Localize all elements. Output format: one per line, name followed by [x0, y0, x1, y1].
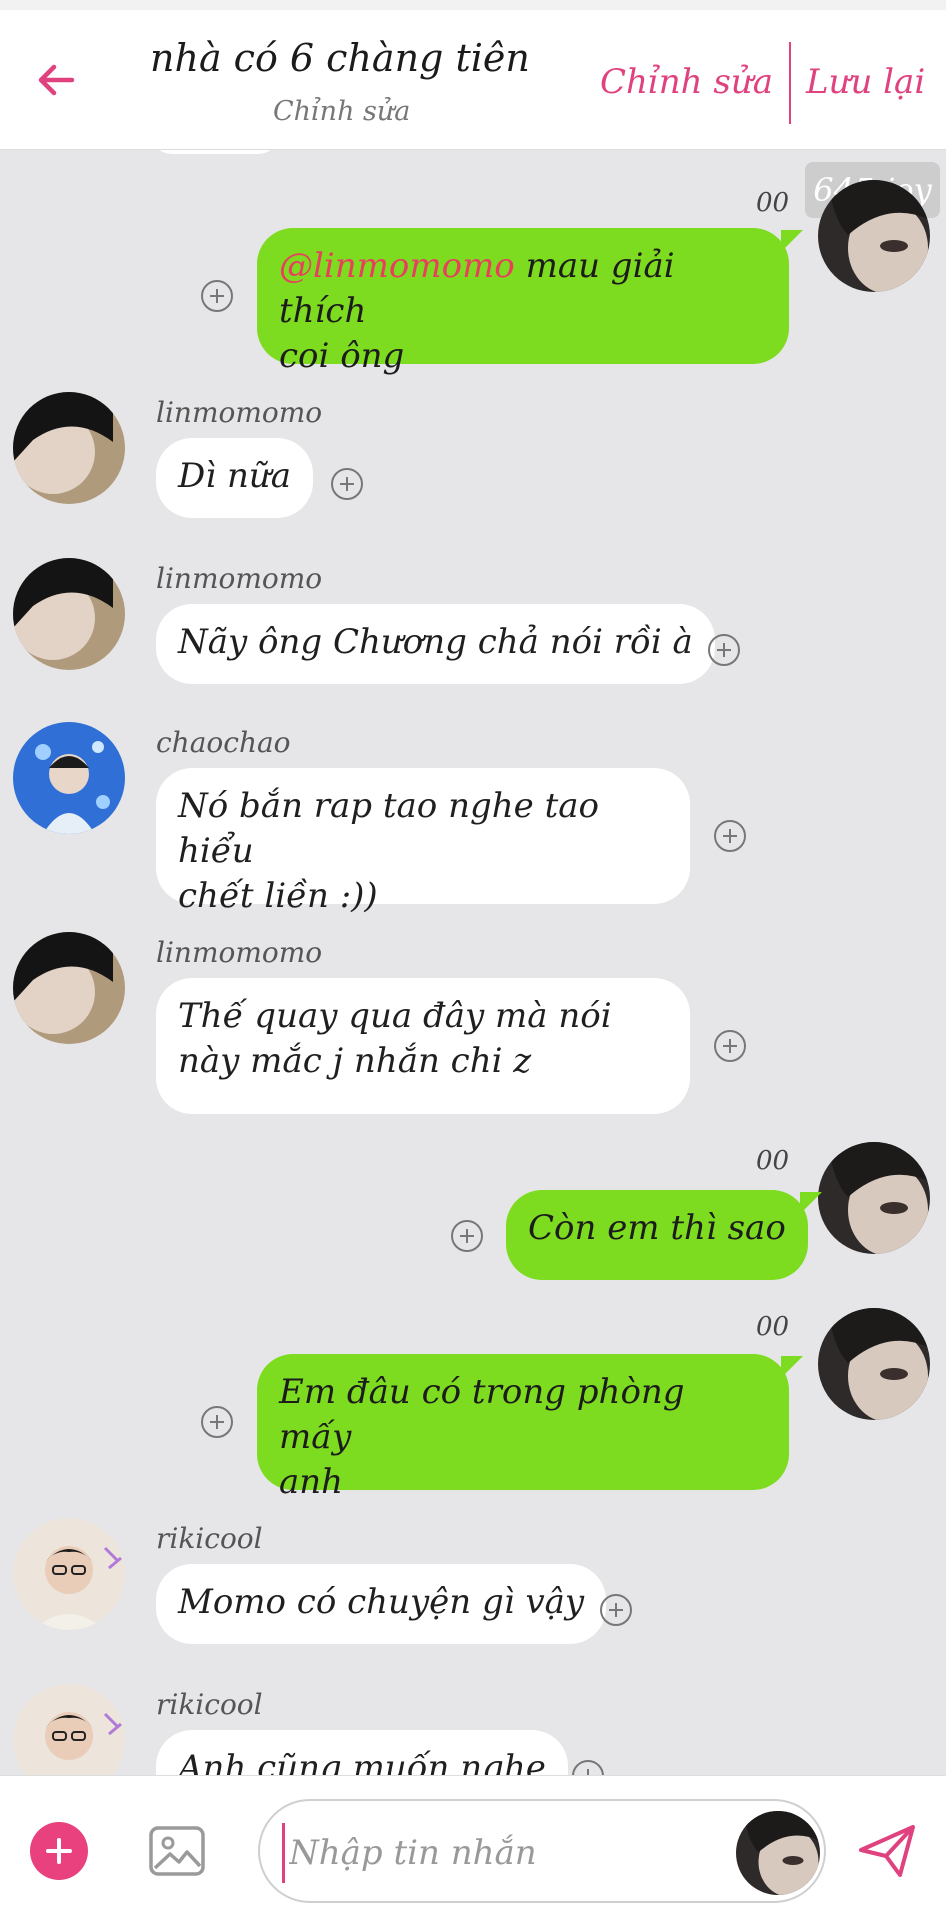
circle-plus-icon	[581, 1769, 595, 1775]
chat-header: nhà có 6 chàng tiên Chỉnh sửa Chỉnh sửa …	[0, 10, 946, 150]
message-text: Nãy ông Chương chả nói rồi à	[178, 622, 693, 662]
circle-plus-icon	[460, 1229, 474, 1243]
sender-name: rikicool	[156, 1688, 263, 1721]
react-button[interactable]	[572, 1760, 604, 1775]
message-text: Thế quay qua đây mà nói	[178, 996, 612, 1036]
message-bubble-outgoing[interactable]: @linmomomo mau giải thích coi ông	[257, 228, 803, 376]
message-bubble-incoming[interactable]: Anh cũng muốn nghe	[156, 1730, 568, 1775]
plus-icon	[46, 1838, 72, 1864]
react-button[interactable]	[331, 468, 363, 500]
message-text: Còn em thì sao	[528, 1208, 786, 1248]
add-attachment-button[interactable]	[30, 1822, 88, 1880]
react-button[interactable]	[708, 634, 740, 666]
message-text: anh	[279, 1462, 344, 1502]
avatar-linmomomo[interactable]	[13, 558, 125, 670]
circle-plus-icon	[723, 829, 737, 843]
arrow-left-icon	[38, 64, 75, 96]
message-text: Nó bắn rap tao nghe tao hiểu	[178, 786, 599, 871]
react-button[interactable]	[714, 1030, 746, 1062]
my-avatar[interactable]	[818, 1308, 930, 1420]
message-bubble-outgoing[interactable]: Còn em thì sao	[506, 1190, 822, 1280]
send-icon	[859, 1825, 915, 1877]
message-bubble-incoming[interactable]: Momo có chuyện gì vậy	[156, 1564, 607, 1644]
react-button[interactable]	[451, 1220, 483, 1252]
message-text: Em đâu có trong phòng mấy	[279, 1372, 685, 1457]
sender-avatar[interactable]	[736, 1811, 820, 1895]
avatar-linmomomo[interactable]	[13, 932, 125, 1044]
chat-title: nhà có 6 chàng tiên	[150, 36, 530, 80]
sender-name: linmomomo	[156, 396, 323, 429]
avatar-chaochao[interactable]	[13, 722, 125, 834]
circle-plus-icon	[717, 643, 731, 657]
message-bubble-incoming[interactable]: Nó bắn rap tao nghe tao hiểu chết liền :…	[156, 768, 690, 916]
circle-plus-icon	[609, 1603, 623, 1617]
message-list[interactable]: 645 joy 00 @linmomomo mau giải thích coi…	[0, 150, 946, 1775]
message-text: Anh cũng muốn nghe	[178, 1748, 546, 1775]
sender-name: linmomomo	[156, 936, 323, 969]
image-picker-button[interactable]	[148, 1822, 206, 1880]
back-button[interactable]	[28, 52, 84, 108]
composer-bar	[0, 1775, 946, 1920]
message-text: Dì nữa	[178, 456, 292, 496]
circle-plus-icon	[340, 477, 354, 491]
image-icon	[149, 1826, 205, 1876]
react-button[interactable]	[201, 1406, 233, 1438]
message-text: Momo có chuyện gì vậy	[178, 1582, 585, 1622]
message-text: chết liền :))	[178, 876, 378, 916]
read-receipt: 00	[756, 1146, 790, 1176]
react-button[interactable]	[714, 820, 746, 852]
message-text: này mắc j nhắn chi z	[178, 1041, 532, 1081]
status-bar	[0, 0, 946, 10]
message-input-container	[258, 1799, 826, 1903]
header-divider	[789, 42, 791, 124]
message-bubble-incoming[interactable]: Nãy ông Chương chả nói rồi à	[156, 604, 715, 684]
send-button[interactable]	[856, 1822, 918, 1880]
read-receipt: 00	[756, 188, 790, 218]
avatar-linmomomo[interactable]	[13, 392, 125, 504]
edit-button[interactable]: Chỉnh sửa	[600, 62, 773, 102]
message-text: coi ông	[279, 336, 405, 376]
sender-name: rikicool	[156, 1522, 263, 1555]
react-button[interactable]	[600, 1594, 632, 1626]
chat-subtitle: Chỉnh sửa	[273, 96, 411, 127]
mention[interactable]: @linmomomo	[279, 246, 515, 286]
sender-name: chaochao	[156, 726, 291, 759]
message-bubble-partial	[150, 150, 280, 154]
avatar-rikicool[interactable]	[13, 1518, 125, 1630]
my-avatar[interactable]	[818, 1142, 930, 1254]
message-bubble-incoming[interactable]: Thế quay qua đây mà nói này mắc j nhắn c…	[156, 978, 690, 1114]
message-input[interactable]	[282, 1823, 682, 1883]
message-bubble-incoming[interactable]: Dì nữa	[156, 438, 314, 518]
react-button[interactable]	[201, 280, 233, 312]
avatar-rikicool[interactable]	[13, 1684, 125, 1775]
circle-plus-icon	[723, 1039, 737, 1053]
my-avatar[interactable]	[818, 180, 930, 292]
circle-plus-icon	[210, 289, 224, 303]
message-bubble-outgoing[interactable]: Em đâu có trong phòng mấy anh	[257, 1354, 803, 1502]
read-receipt: 00	[756, 1312, 790, 1342]
circle-plus-icon	[210, 1415, 224, 1429]
save-button[interactable]: Lưu lại	[806, 62, 925, 102]
sender-name: linmomomo	[156, 562, 323, 595]
